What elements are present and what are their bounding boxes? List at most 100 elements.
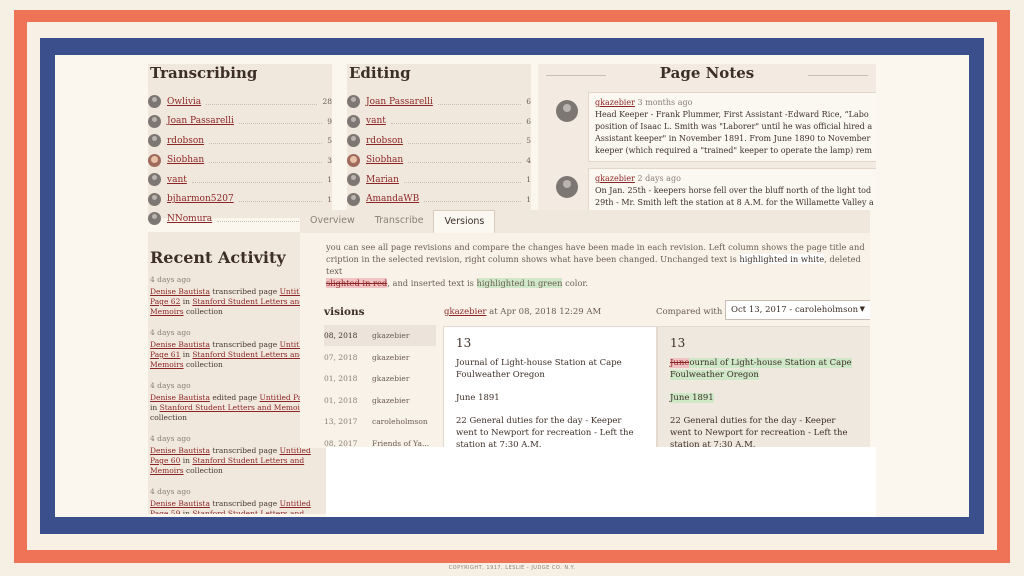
- contributor-link[interactable]: vant: [366, 116, 386, 126]
- user-avatar-icon[interactable]: [556, 176, 578, 198]
- tab-overview[interactable]: Overview: [300, 210, 365, 233]
- dotted-leader: [209, 157, 323, 164]
- user-avatar-icon[interactable]: [556, 100, 578, 122]
- tab-transcribe[interactable]: Transcribe: [365, 210, 434, 233]
- contributor-link[interactable]: Marian: [366, 175, 399, 185]
- desc-text: , and inserted text is: [387, 278, 474, 288]
- note-box: gkazebier 3 months ago Head Keeper - Fra…: [588, 92, 876, 162]
- contributor-link[interactable]: AmandaWB: [366, 194, 419, 204]
- note-box: gkazebier 2 days ago On Jan. 25th - keep…: [588, 168, 876, 210]
- deleted-text: June: [670, 358, 690, 368]
- revision-author-link[interactable]: gkazebier: [444, 307, 486, 317]
- blank-area: [326, 447, 876, 517]
- tab-versions[interactable]: Versions: [433, 210, 496, 233]
- contributor-link[interactable]: Siobhan: [366, 155, 403, 165]
- contributor-row: Siobhan 3: [148, 151, 332, 171]
- chevron-down-icon: ▼: [859, 305, 865, 313]
- versions-panel: you can see all page revisions and compa…: [300, 233, 870, 448]
- user-avatar-icon[interactable]: [347, 95, 360, 109]
- compare-revision-select[interactable]: Oct 13, 2017 - caroleholmson ▼: [725, 300, 870, 320]
- transcribing-title: Transcribing: [150, 64, 258, 82]
- versions-description: you can see all page revisions and compa…: [326, 241, 870, 289]
- page-notes-title: Page Notes: [538, 64, 876, 82]
- revision-row[interactable]: 01, 2018 gkazebier: [324, 390, 436, 411]
- revision-row[interactable]: 01, 2018 gkazebier: [324, 368, 436, 389]
- revision-user: gkazebier: [372, 331, 410, 340]
- user-avatar-icon[interactable]: [148, 173, 161, 187]
- contribution-count: 1: [526, 175, 531, 185]
- revision-timestamp: at Apr 08, 2018 12:29 AM: [489, 307, 602, 317]
- user-avatar-icon[interactable]: [347, 134, 360, 148]
- note-line: position of Isaac L. Smith was "Laborer"…: [595, 122, 873, 131]
- doc-date-diff: June 1891: [670, 392, 858, 404]
- revision-date: 08, 2018: [324, 331, 358, 340]
- contributor-row: bjharmon5207 1: [148, 190, 332, 210]
- user-avatar-icon[interactable]: [347, 114, 360, 128]
- doc-title: Journal of Light-house Station at Cape F…: [456, 358, 622, 380]
- contributor-row: Marian 1: [347, 170, 531, 190]
- user-avatar-icon[interactable]: [347, 173, 360, 187]
- desc-text: color.: [565, 278, 589, 288]
- user-avatar-icon[interactable]: [148, 95, 161, 109]
- contributor-link[interactable]: NNomura: [167, 214, 212, 224]
- page-number: 13: [456, 336, 472, 350]
- contributor-row: AmandaWB 1: [347, 190, 531, 210]
- user-avatar-icon[interactable]: [347, 192, 360, 206]
- activity-collection-link[interactable]: Stanford Student Letters and Memoirs: [160, 403, 308, 412]
- user-avatar-icon[interactable]: [148, 114, 161, 128]
- activity-suffix: collection: [185, 466, 223, 475]
- note-author-link[interactable]: gkazebier: [595, 98, 635, 107]
- dotted-leader: [238, 196, 323, 203]
- doc-date: June 1891: [456, 393, 500, 403]
- revision-row[interactable]: 08, 2018 gkazebier: [324, 325, 436, 346]
- contributor-row: Joan Passarelli 9: [148, 112, 332, 132]
- editing-title: Editing: [349, 64, 411, 82]
- user-photo-icon[interactable]: [347, 153, 360, 167]
- compared-with-label: Compared with: [656, 307, 723, 317]
- contributor-link[interactable]: vant: [167, 175, 187, 185]
- activity-in: in: [150, 403, 158, 412]
- activity-action: transcribed page: [212, 499, 278, 508]
- activity-user-link[interactable]: Denise Bautista: [150, 340, 210, 349]
- contributor-link[interactable]: bjharmon5207: [167, 194, 234, 204]
- doc-title-diff: Juneournal of Light-house Station at Cap…: [670, 357, 858, 381]
- inserted-text: ournal of Light-house Station at Cape Fo…: [670, 358, 852, 380]
- contributor-row: rdobson 5: [347, 131, 531, 151]
- activity-user-link[interactable]: Denise Bautista: [150, 499, 210, 508]
- revision-row[interactable]: 07, 2018 gkazebier: [324, 347, 436, 368]
- contributor-link[interactable]: Owlivia: [167, 97, 201, 107]
- note-line: Head Keeper - Frank Plummer, First Assis…: [595, 110, 869, 119]
- contribution-count: 6: [526, 97, 531, 107]
- user-avatar-icon[interactable]: [148, 192, 161, 206]
- user-photo-icon[interactable]: [148, 153, 161, 167]
- activity-in: in: [182, 297, 190, 306]
- contributor-link[interactable]: Siobhan: [167, 155, 204, 165]
- note-line: Assistant keeper" in November 1891. From…: [595, 134, 871, 143]
- transcribing-panel: Transcribing Owlivia 28 Joan Passarelli 9 rd…: [148, 64, 332, 245]
- user-avatar-icon[interactable]: [148, 212, 161, 226]
- contributor-row: vant 6: [347, 112, 531, 132]
- contributor-link[interactable]: Joan Passarelli: [366, 97, 433, 107]
- user-avatar-icon[interactable]: [148, 134, 161, 148]
- dotted-leader: [408, 138, 522, 144]
- revisions-title: visions: [324, 306, 365, 318]
- note-author-link[interactable]: gkazebier: [595, 174, 635, 183]
- activity-user-link[interactable]: Denise Bautista: [150, 446, 210, 455]
- revision-content-left: 13 Journal of Light-house Station at Cap…: [443, 326, 657, 448]
- dotted-leader: [209, 138, 323, 144]
- contribution-count: 5: [526, 136, 531, 146]
- page-notes-panel: Page Notes gkazebier 3 months ago Head K…: [538, 64, 876, 210]
- highlight-red-sample: slighted in red: [326, 278, 388, 288]
- activity-action: transcribed page: [212, 446, 278, 455]
- dotted-leader: [403, 177, 522, 183]
- revision-row[interactable]: 08, 2017 Friends of Ya...: [324, 433, 436, 449]
- contributor-link[interactable]: Joan Passarelli: [167, 116, 234, 126]
- contribution-count: 28: [322, 97, 332, 107]
- contributor-link[interactable]: rdobson: [167, 136, 204, 146]
- editing-list: Joan Passarelli 6 vant 6 rdobson 5 Siobhan 4 Mar…: [347, 92, 531, 209]
- contributor-link[interactable]: rdobson: [366, 136, 403, 146]
- activity-user-link[interactable]: Denise Bautista: [150, 393, 210, 402]
- activity-action: transcribed page: [212, 340, 278, 349]
- revision-row[interactable]: 13, 2017 caroleholmson: [324, 411, 436, 432]
- activity-user-link[interactable]: Denise Bautista: [150, 287, 210, 296]
